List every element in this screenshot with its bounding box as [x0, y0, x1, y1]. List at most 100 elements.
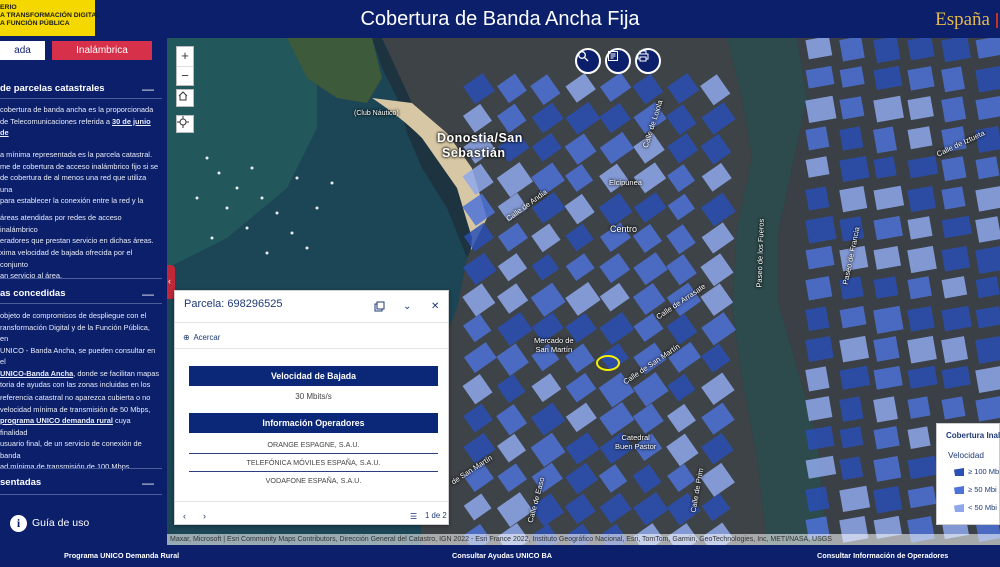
home-button[interactable]: [176, 89, 194, 107]
parcel[interactable]: [805, 95, 837, 124]
footer-link-demanda-rural[interactable]: Programa UNICO Demanda Rural: [64, 551, 179, 560]
legend-swatch: [954, 468, 964, 477]
parcel[interactable]: [975, 245, 1000, 275]
zoom-to-label: Acercar: [193, 333, 221, 342]
parcel[interactable]: [941, 66, 965, 93]
layers-tool-button[interactable]: [605, 48, 631, 74]
parcel[interactable]: [941, 276, 968, 299]
parcel[interactable]: [805, 306, 830, 332]
parcel[interactable]: [805, 156, 830, 178]
parcel[interactable]: [839, 456, 864, 481]
parcel[interactable]: [907, 426, 931, 449]
unico-demanda-rural-link[interactable]: programa UNICO demanda rural: [0, 416, 113, 425]
parcel[interactable]: [975, 335, 1000, 364]
section-ayudas-header[interactable]: as concedidas —: [0, 285, 162, 303]
zoom-out-button[interactable]: −: [177, 66, 193, 85]
parcel[interactable]: [941, 96, 967, 123]
footer-link-ayudas-unico[interactable]: Consultar Ayudas UNICO BA: [452, 551, 552, 560]
zoom-in-button[interactable]: +: [177, 47, 193, 66]
text-line: , donde se facilitan mapas: [73, 368, 160, 378]
parcel[interactable]: [975, 65, 1000, 93]
guide-button[interactable]: i Guía de uso: [10, 515, 160, 537]
parcel[interactable]: [975, 216, 1000, 243]
parcel[interactable]: [805, 126, 830, 151]
parcel[interactable]: [907, 185, 937, 213]
parcel[interactable]: [805, 186, 830, 211]
section-parcelas-header[interactable]: de parcelas catastrales —: [0, 80, 162, 98]
locate-button[interactable]: [176, 115, 194, 133]
parcel[interactable]: [873, 246, 902, 270]
parcel[interactable]: [907, 306, 935, 332]
parcel[interactable]: [907, 335, 937, 364]
parcel[interactable]: [839, 335, 870, 363]
close-icon[interactable]: ✕: [431, 301, 439, 312]
collapse-icon[interactable]: —: [142, 474, 154, 492]
next-feature-button[interactable]: ›: [203, 511, 206, 521]
parcel[interactable]: [839, 155, 870, 183]
parcel[interactable]: [839, 126, 864, 151]
parcel[interactable]: [805, 396, 833, 422]
parcel[interactable]: [873, 305, 904, 334]
section-solicitudes-header[interactable]: sentadas —: [0, 474, 162, 492]
parcel[interactable]: [907, 216, 933, 240]
parcel[interactable]: [941, 245, 971, 272]
parcel[interactable]: [805, 366, 830, 392]
parcel[interactable]: [975, 276, 1000, 299]
parcel[interactable]: [839, 38, 865, 62]
collapse-icon[interactable]: —: [142, 80, 154, 98]
operator-item: VODAFONE ESPAÑA, S.A.U.: [265, 476, 362, 485]
parcel[interactable]: [873, 426, 900, 450]
parcel[interactable]: [941, 336, 969, 364]
zoom-to-button[interactable]: ⊕ Acercar: [183, 333, 220, 342]
parcel[interactable]: [873, 336, 900, 362]
parcel[interactable]: [907, 276, 932, 300]
parcel[interactable]: [873, 95, 904, 123]
parcel[interactable]: [907, 66, 935, 91]
search-tool-button[interactable]: [575, 48, 601, 74]
parcel[interactable]: [941, 186, 966, 210]
parcel[interactable]: [941, 156, 967, 182]
parcel[interactable]: [805, 486, 830, 513]
city-label-line: Sebastián: [442, 146, 506, 160]
parcel[interactable]: [975, 156, 1000, 180]
text-line: de Telecomunicaciones referida a: [0, 116, 113, 126]
parcel[interactable]: [839, 426, 864, 449]
parcel[interactable]: [839, 396, 864, 423]
parcel[interactable]: [907, 96, 934, 121]
parcel[interactable]: [975, 38, 1000, 59]
parcel[interactable]: [839, 96, 865, 120]
chevron-down-icon[interactable]: ⌄: [403, 301, 411, 312]
footer-link-operadores[interactable]: Consultar Información de Operadores: [817, 551, 948, 560]
parcel[interactable]: [873, 126, 897, 154]
section-parcelas-paragraph-3: áreas atendidas por redes de acceso inal…: [0, 212, 160, 247]
zoom-control: + −: [176, 46, 194, 86]
city-label: Donostia/San Sebastián: [437, 131, 523, 161]
parcel[interactable]: [839, 66, 865, 88]
tab-inalambrica[interactable]: Inalámbrica: [52, 41, 152, 60]
parcel[interactable]: [907, 396, 931, 419]
unico-banda-ancha-link[interactable]: UNICO-Banda Ancha: [0, 369, 73, 378]
previous-feature-button[interactable]: ‹: [183, 511, 186, 521]
parcel[interactable]: [873, 485, 903, 514]
print-tool-button[interactable]: [635, 48, 661, 74]
parcel[interactable]: [873, 396, 898, 423]
parcel[interactable]: [941, 396, 966, 420]
parcel[interactable]: [873, 456, 902, 482]
parcel[interactable]: [873, 276, 899, 299]
parcel[interactable]: [873, 156, 897, 179]
tab-fija[interactable]: ada: [0, 41, 45, 60]
parcel[interactable]: [907, 245, 937, 274]
parcel[interactable]: [975, 365, 1000, 393]
parcel-popup[interactable]: Parcela: 698296525 ⌄ ✕ ⊕ Acercar Velocid…: [174, 290, 449, 525]
parcel[interactable]: [805, 335, 834, 362]
parcel[interactable]: [873, 38, 901, 64]
parcel[interactable]: [805, 276, 833, 301]
list-icon[interactable]: ☰: [410, 512, 417, 521]
dock-icon[interactable]: [374, 301, 385, 315]
collapse-icon[interactable]: —: [142, 285, 154, 303]
espana-logo[interactable]: España: [935, 9, 990, 31]
divider: [0, 303, 162, 304]
parcel[interactable]: [805, 215, 837, 244]
parcel[interactable]: [839, 186, 868, 213]
parcel[interactable]: [907, 126, 933, 150]
